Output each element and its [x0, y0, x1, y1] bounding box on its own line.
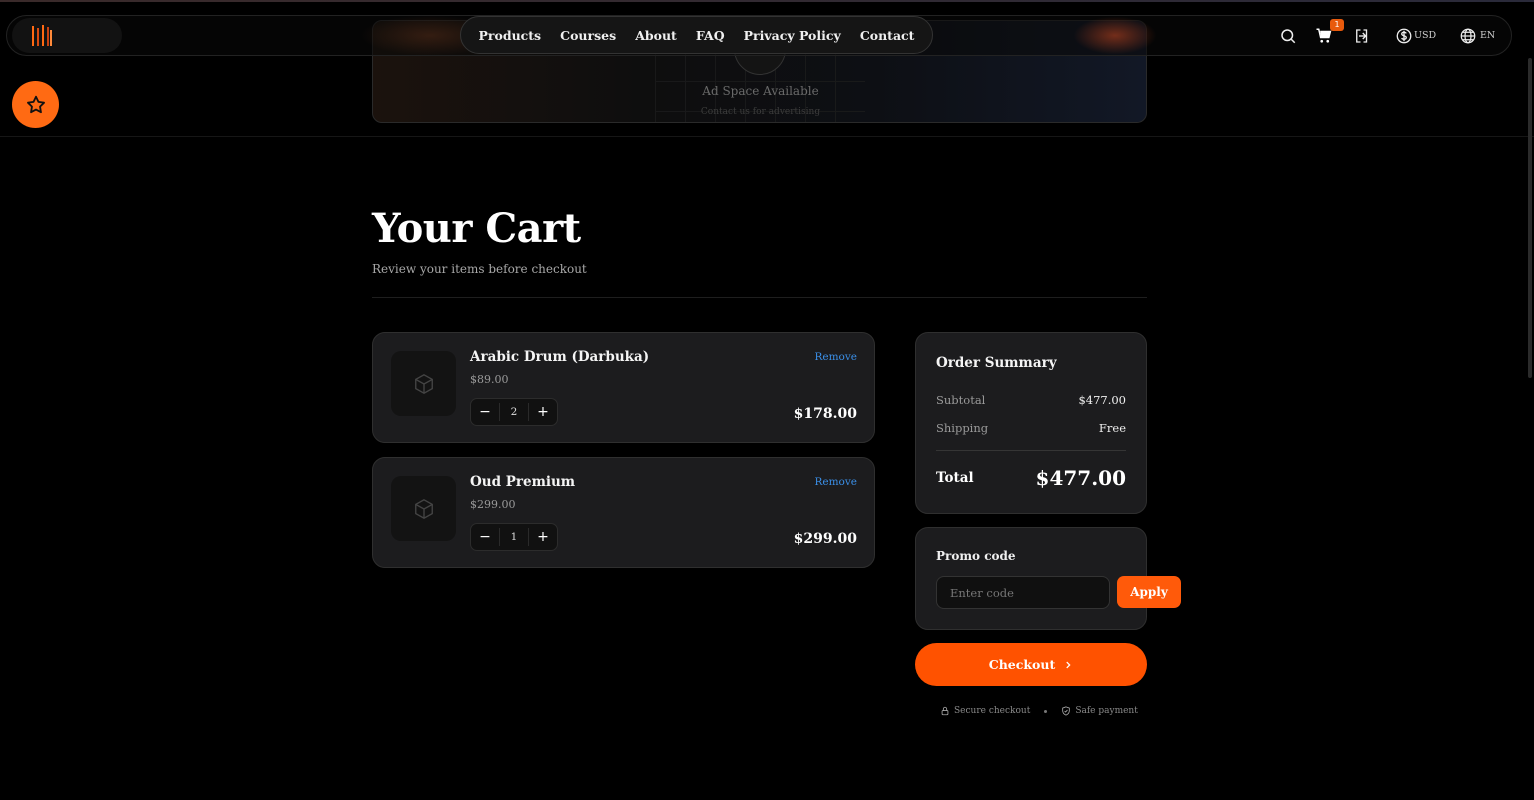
- currency-label[interactable]: USD: [1414, 30, 1436, 41]
- nav-item-courses[interactable]: Courses: [560, 28, 616, 43]
- shipping-row: Shipping Free: [936, 421, 1126, 435]
- checkout-button[interactable]: Checkout: [915, 643, 1147, 686]
- apply-promo-button[interactable]: Apply: [1117, 576, 1181, 608]
- subtotal-label: Subtotal: [936, 393, 986, 407]
- login-icon[interactable]: [1353, 27, 1371, 45]
- secure-checkout-text: Secure checkout: [954, 706, 1031, 716]
- summary-divider: [936, 450, 1126, 451]
- language-label[interactable]: EN: [1480, 30, 1495, 41]
- item-line-total: $178.00: [793, 406, 857, 422]
- page-scrollbar[interactable]: [1528, 58, 1532, 378]
- item-name: Arabic Drum (Darbuka): [470, 349, 650, 365]
- brand-logo-icon[interactable]: [30, 24, 54, 48]
- top-hairline: [0, 0, 1534, 2]
- shipping-value: Free: [1098, 421, 1126, 435]
- main-nav: Products Courses About FAQ Privacy Polic…: [460, 16, 933, 54]
- item-unit-price: $89.00: [470, 373, 509, 386]
- page-subtitle: Review your items before checkout: [372, 262, 587, 276]
- increase-quantity-button[interactable]: +: [529, 524, 557, 550]
- promo-code-input[interactable]: [936, 576, 1110, 609]
- quantity-value: 1: [499, 528, 529, 546]
- subtotal-row: Subtotal $477.00: [936, 393, 1126, 407]
- shield-check-icon: [1062, 706, 1071, 716]
- search-icon[interactable]: [1279, 27, 1297, 45]
- lock-icon: [941, 706, 949, 716]
- remove-item-button[interactable]: Remove: [814, 476, 857, 488]
- ad-subtitle: Contact us for advertising: [700, 107, 821, 117]
- item-name: Oud Premium: [470, 474, 576, 490]
- order-summary-title: Order Summary: [936, 355, 1057, 371]
- nav-item-about[interactable]: About: [635, 28, 677, 43]
- increase-quantity-button[interactable]: +: [529, 399, 557, 425]
- safe-payment-text: Safe payment: [1075, 706, 1138, 716]
- total-label: Total: [936, 470, 974, 486]
- chevron-right-icon: [1066, 661, 1071, 668]
- star-icon: [26, 95, 45, 113]
- shipping-label: Shipping: [936, 421, 989, 435]
- product-thumbnail: [391, 351, 456, 416]
- ad-title: Ad Space Available: [702, 84, 819, 98]
- remove-item-button[interactable]: Remove: [814, 351, 857, 363]
- quantity-value: 2: [499, 403, 529, 421]
- order-summary-card: Order Summary Subtotal $477.00 Shipping …: [915, 332, 1147, 514]
- separator-dot: [1044, 709, 1048, 713]
- decrease-quantity-button[interactable]: −: [471, 524, 499, 550]
- nav-item-contact[interactable]: Contact: [860, 28, 915, 43]
- cart-item: Oud Premium $299.00 Remove − 1 + $299.00: [372, 457, 875, 568]
- logo-container[interactable]: [12, 18, 122, 53]
- globe-icon[interactable]: [1459, 27, 1477, 45]
- nav-item-products[interactable]: Products: [479, 28, 542, 43]
- quantity-stepper: − 1 +: [470, 523, 558, 551]
- total-value: $477.00: [1035, 466, 1126, 490]
- safe-payment-badge: Safe payment: [1061, 706, 1138, 716]
- favorites-button[interactable]: [12, 81, 59, 128]
- cart-item: Arabic Drum (Darbuka) $89.00 Remove − 2 …: [372, 332, 875, 443]
- promo-code-card: Promo code: [915, 527, 1147, 630]
- decrease-quantity-button[interactable]: −: [471, 399, 499, 425]
- trust-badges: Secure checkout Safe payment: [940, 706, 1138, 716]
- quantity-stepper: − 2 +: [470, 398, 558, 426]
- box-icon: [414, 498, 433, 519]
- page-title: Your Cart: [372, 205, 581, 252]
- promo-code-label: Promo code: [936, 549, 1016, 563]
- item-unit-price: $299.00: [470, 498, 516, 511]
- title-divider: [372, 297, 1147, 298]
- nav-item-faq[interactable]: FAQ: [696, 28, 725, 43]
- checkout-label: Checkout: [988, 657, 1056, 672]
- nav-item-privacy-policy[interactable]: Privacy Policy: [744, 28, 841, 43]
- box-icon: [414, 373, 433, 394]
- product-thumbnail: [391, 476, 456, 541]
- header-glow-right: [1070, 15, 1160, 56]
- cart-count-badge: 1: [1330, 19, 1344, 31]
- subtotal-value: $477.00: [1078, 393, 1126, 407]
- currency-icon[interactable]: [1395, 27, 1413, 45]
- secure-checkout-badge: Secure checkout: [940, 706, 1030, 716]
- item-line-total: $299.00: [793, 531, 857, 547]
- section-divider: [0, 136, 1534, 137]
